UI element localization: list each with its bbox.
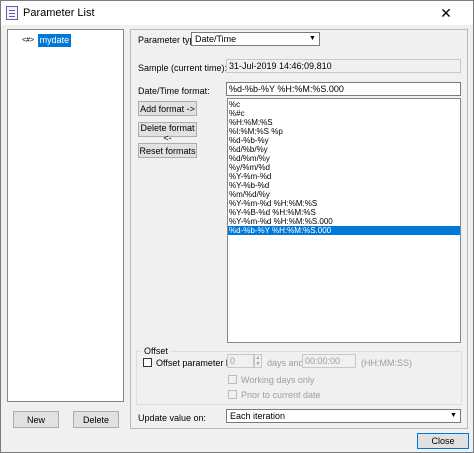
sample-value: 31-Jul-2019 14:46:09.810 (229, 61, 332, 71)
days-spinner[interactable]: ▲ ▼ (254, 354, 262, 368)
working-days-label: Working days only (241, 375, 315, 385)
format-list-item[interactable]: %Y-%b-%d (228, 181, 460, 190)
update-value-label: Update value on: (138, 413, 207, 423)
window-title: Parameter List (23, 7, 95, 19)
prior-date-checkbox[interactable] (228, 390, 237, 399)
days-label: days and (267, 358, 304, 368)
format-input[interactable]: %d-%b-%Y %H:%M:%S.000 (226, 82, 461, 96)
format-list-item[interactable]: %Y-%m-%d %H:%M:%S.000 (228, 217, 460, 226)
format-input-value: %d-%b-%Y %H:%M:%S.000 (229, 84, 344, 94)
reset-formats-button[interactable]: Reset formats (138, 143, 197, 158)
format-list-item[interactable]: %H:%M:%S (228, 118, 460, 127)
delete-button[interactable]: Delete (73, 411, 119, 428)
add-format-button[interactable]: Add format -> (138, 101, 197, 116)
format-list-item[interactable]: %Y-%B-%d %H:%M:%S (228, 208, 460, 217)
delete-format-button[interactable]: Delete format <- (138, 122, 197, 143)
time-format-hint: (HH:MM:SS) (361, 358, 412, 368)
sample-label: Sample (current time): (138, 63, 228, 73)
new-button[interactable]: New (13, 411, 59, 428)
format-list-item[interactable]: %I:%M:%S %p (228, 127, 460, 136)
tree-item-mydate[interactable]: <#> mydate (22, 34, 72, 47)
date-param-icon: <#> (22, 37, 35, 44)
chevron-down-icon: ▼ (450, 412, 457, 419)
prior-date-label: Prior to current date (241, 390, 321, 400)
close-icon[interactable]: ✕ (431, 4, 461, 22)
format-list-item[interactable]: %Y-%m-%d (228, 172, 460, 181)
tree-item-label: mydate (37, 34, 72, 47)
format-list-item[interactable]: %d-%b-%y (228, 136, 460, 145)
format-list-item[interactable]: %y/%m/%d (228, 163, 460, 172)
sample-value-field: 31-Jul-2019 14:46:09.810 (226, 59, 461, 73)
working-days-checkbox[interactable] (228, 375, 237, 384)
parameter-type-value: Date/Time (195, 34, 237, 44)
list-icon (6, 6, 18, 20)
update-value-select[interactable]: Each iteration ▼ (226, 409, 461, 423)
offset-time-value: 00:00:00 (305, 356, 341, 366)
offset-group-title: Offset (142, 346, 170, 356)
parameter-tree[interactable]: <#> mydate (7, 29, 124, 402)
format-list-item[interactable]: %c (228, 100, 460, 109)
offset-checkbox-label: Offset parameter by: (156, 358, 238, 368)
offset-days-input[interactable]: 0 (227, 354, 254, 368)
parameter-type-select[interactable]: Date/Time ▼ (191, 32, 320, 46)
format-list-item[interactable]: %d/%b/%y (228, 145, 460, 154)
format-list-item[interactable]: %Y-%m-%d %H:%M:%S (228, 199, 460, 208)
spin-down-icon: ▼ (255, 361, 261, 367)
update-value: Each iteration (230, 411, 286, 421)
parameter-list-window: Parameter List ✕ <#> mydate New Delete P… (0, 0, 474, 453)
format-list-item[interactable]: %#c (228, 109, 460, 118)
format-listbox[interactable]: %c %#c %H:%M:%S %I:%M:%S %p %d-%b-%y %d/%b/%y… (227, 98, 461, 343)
format-list-item[interactable]: %d-%b-%Y %H:%M:%S.000 (228, 226, 460, 235)
format-list-item[interactable]: %m/%d/%y (228, 190, 460, 199)
format-list-item[interactable]: %d/%m/%y (228, 154, 460, 163)
close-button[interactable]: Close (417, 433, 469, 449)
offset-days-value: 0 (230, 356, 236, 366)
offset-checkbox[interactable] (143, 358, 152, 367)
chevron-down-icon: ▼ (309, 35, 316, 42)
title-bar: Parameter List ✕ (1, 1, 473, 25)
format-label: Date/Time format: (138, 86, 210, 96)
offset-time-input[interactable]: 00:00:00 (302, 354, 356, 368)
